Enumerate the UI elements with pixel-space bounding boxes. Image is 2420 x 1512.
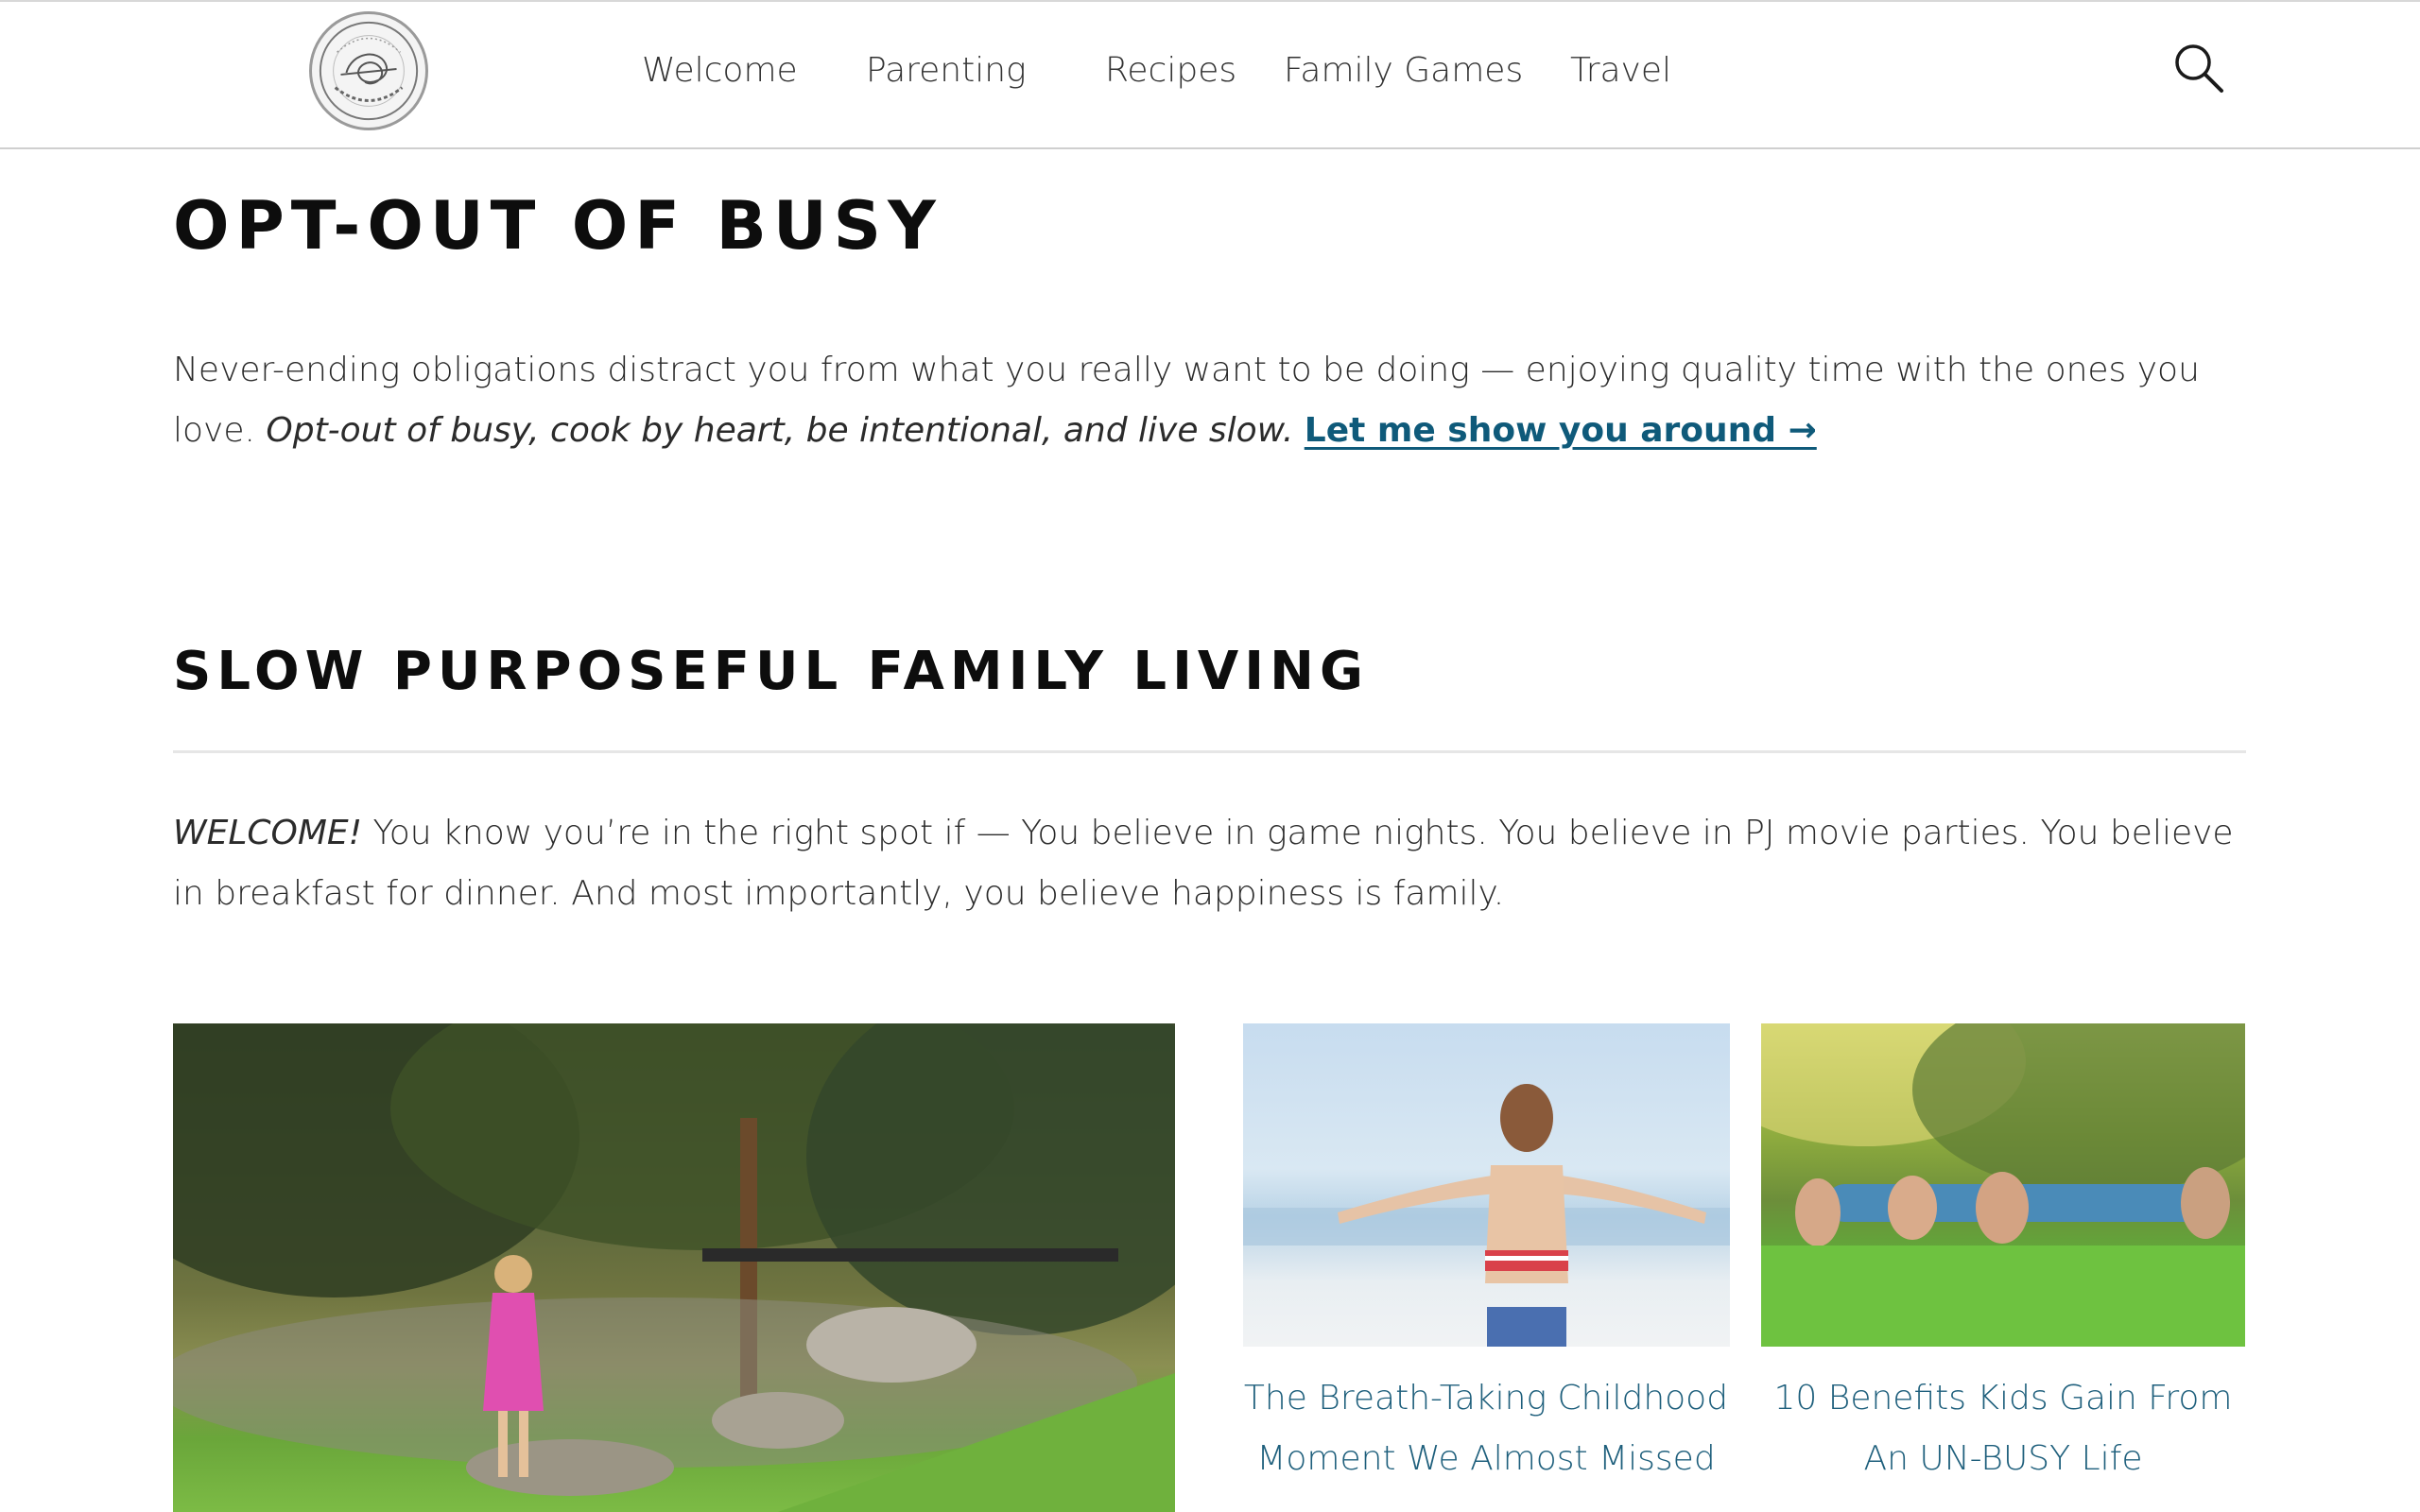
search-button[interactable]	[2172, 42, 2225, 94]
nav-item-family-games[interactable]: Family Games	[1284, 47, 1523, 94]
logo-mark-icon	[319, 21, 419, 121]
welcome-paragraph: WELCOME! You know you’re in the right sp…	[173, 803, 2243, 924]
intro-italic: Opt-out of busy, cook by heart, be inten…	[266, 411, 1294, 450]
nav-item-welcome[interactable]: Welcome	[642, 47, 798, 94]
welcome-text: You know you’re in the right spot if — Y…	[173, 814, 2234, 913]
post-title-childhood-moment[interactable]: The Breath-Taking Childhood Moment We Al…	[1240, 1368, 1732, 1489]
post-title-unbusy-life[interactable]: 10 Benefits Kids Gain From An UN-BUSY Li…	[1757, 1368, 2249, 1489]
show-around-link[interactable]: Let me show you around →	[1305, 411, 1817, 450]
page-title: OPT-OUT OF BUSY	[173, 187, 942, 265]
nav-item-recipes[interactable]: Recipes	[1105, 47, 1236, 94]
nav-item-travel[interactable]: Travel	[1570, 47, 1671, 94]
section-title: SLOW PURPOSEFUL FAMILY LIVING	[173, 641, 1369, 702]
child-at-beach-photo	[1243, 1084, 1730, 1347]
section-divider	[173, 750, 2246, 753]
post-image-childhood-moment[interactable]	[1243, 1023, 1730, 1347]
site-logo[interactable]	[309, 11, 428, 130]
girl-in-park-photo	[173, 1023, 1175, 1512]
welcome-italic: WELCOME!	[173, 814, 363, 852]
nav-item-parenting[interactable]: Parenting	[866, 47, 1027, 94]
search-icon	[2175, 44, 2223, 93]
post-image-unbusy-life[interactable]	[1761, 1023, 2245, 1347]
site-header: Welcome Parenting Recipes Family Games T…	[0, 0, 2420, 149]
featured-post-image[interactable]	[173, 1023, 1175, 1512]
feet-in-grass-photo	[1761, 1023, 2245, 1347]
intro-paragraph: Never-ending obligations distract you fr…	[173, 340, 2243, 461]
